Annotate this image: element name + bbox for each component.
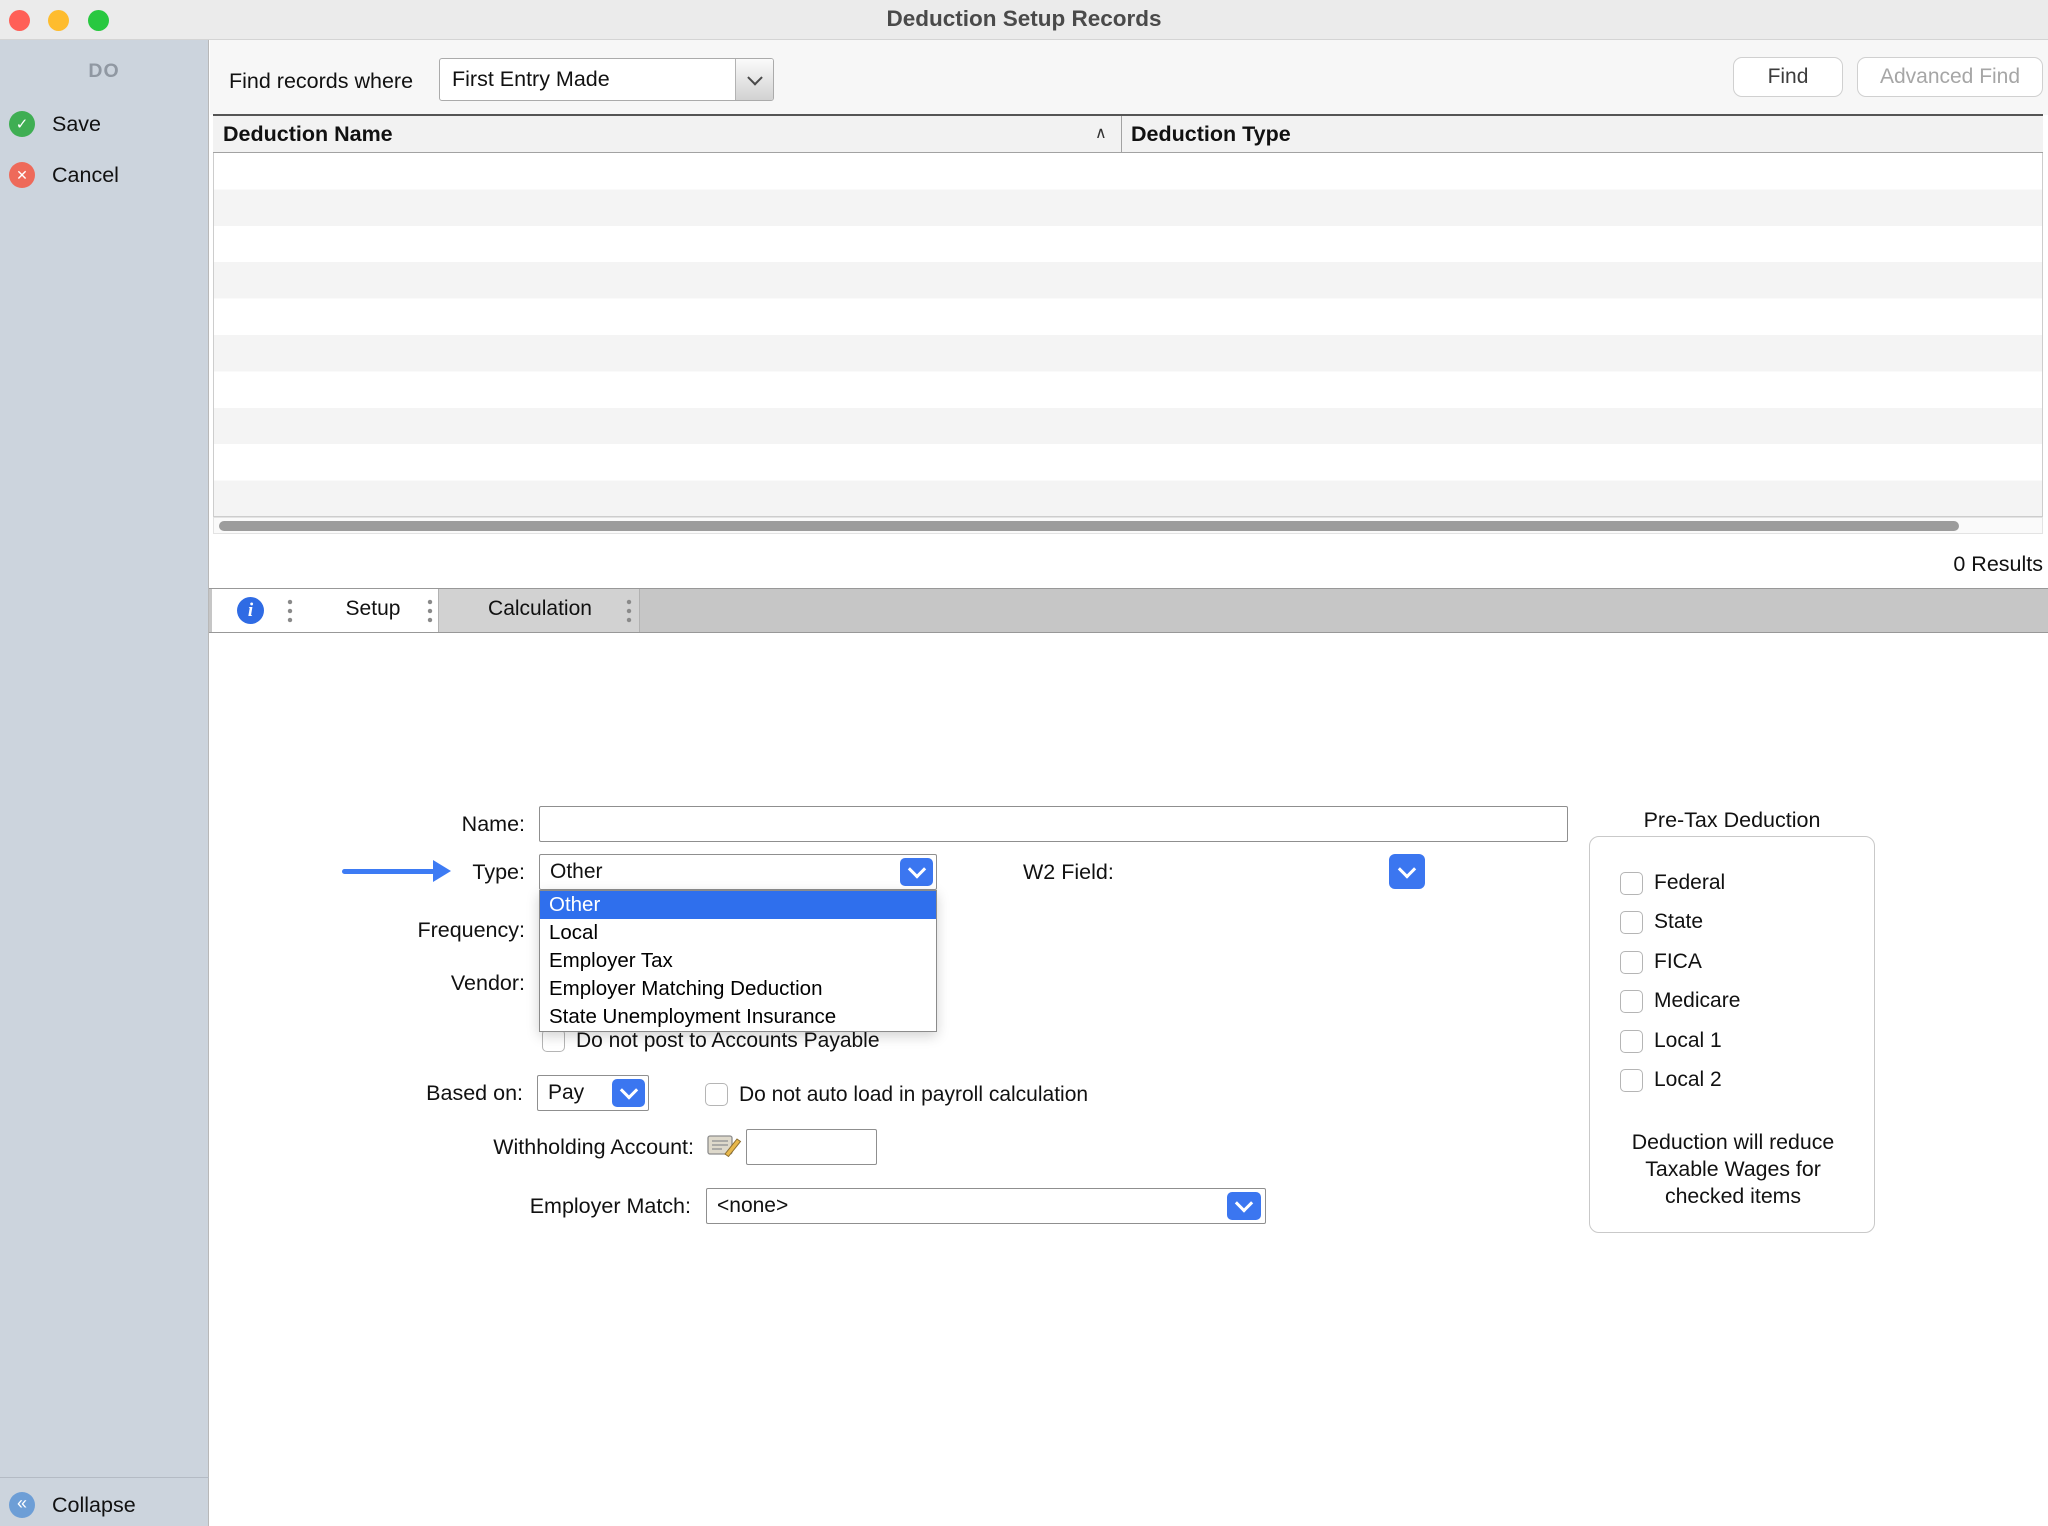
x-circle-icon: ✕ xyxy=(9,162,35,188)
do-not-autoload-checkbox[interactable] xyxy=(705,1083,728,1106)
tab-segment-active: i Setup xyxy=(212,589,438,632)
tab-calculation[interactable]: Calculation xyxy=(477,597,603,621)
based-on-select[interactable]: Pay xyxy=(537,1075,649,1111)
pretax-checkbox-local-1[interactable] xyxy=(1620,1030,1643,1053)
chevron-down-icon[interactable] xyxy=(1227,1192,1261,1220)
panel-tab-bar: i Setup Calculation xyxy=(209,588,2048,633)
type-option-employer-tax[interactable]: Employer Tax xyxy=(540,947,936,975)
pretax-panel: Federal State FICA Medicare Local 1 Loca… xyxy=(1589,836,1875,1233)
window-titlebar: Deduction Setup Records xyxy=(0,0,2048,40)
type-dropdown-menu: Other Local Employer Tax Employer Matchi… xyxy=(539,890,937,1032)
based-on-label: Based on: xyxy=(330,1079,523,1107)
type-option-state-unemployment[interactable]: State Unemployment Insurance xyxy=(540,1003,936,1031)
type-option-employer-matching[interactable]: Employer Matching Deduction xyxy=(540,975,936,1003)
sidebar-header: DO xyxy=(0,60,208,83)
type-select[interactable]: Other xyxy=(539,854,937,890)
find-records-label: Find records where xyxy=(229,67,413,95)
name-input[interactable] xyxy=(539,806,1568,842)
sidebar-divider xyxy=(0,1477,209,1478)
check-circle-icon: ✓ xyxy=(9,111,35,137)
column-divider xyxy=(1121,116,1122,152)
withholding-account-input[interactable] xyxy=(746,1129,877,1165)
do-not-post-ap-checkbox[interactable] xyxy=(542,1029,565,1052)
drag-handle-icon xyxy=(624,597,634,624)
save-label: Save xyxy=(52,110,101,138)
vendor-label: Vendor: xyxy=(330,969,525,997)
sort-ascending-icon: ∧ xyxy=(1095,116,1107,152)
withholding-account-label: Withholding Account: xyxy=(400,1133,694,1161)
window-title: Deduction Setup Records xyxy=(0,0,2048,38)
pretax-checkbox-federal[interactable] xyxy=(1620,872,1643,895)
chevron-down-icon xyxy=(735,59,773,100)
do-not-autoload-label: Do not auto load in payroll calculation xyxy=(739,1082,1088,1107)
record-filter-value: First Entry Made xyxy=(440,59,773,100)
tab-segment-inactive: Calculation xyxy=(438,589,640,632)
name-label: Name: xyxy=(300,810,525,838)
collapse-chevron-icon: « xyxy=(9,1492,35,1518)
horizontal-scrollbar[interactable] xyxy=(213,517,2043,534)
deduction-table-header: Deduction Name ∧ Deduction Type xyxy=(213,114,2043,153)
employer-match-select[interactable]: <none> xyxy=(706,1188,1266,1224)
type-option-local[interactable]: Local xyxy=(540,919,936,947)
chevron-down-icon[interactable] xyxy=(900,858,933,886)
cancel-button[interactable]: ✕ Cancel xyxy=(9,161,119,189)
pretax-checkbox-state[interactable] xyxy=(1620,911,1643,934)
pretax-note: Deduction will reduce Taxable Wages for … xyxy=(1620,1129,1846,1210)
find-button[interactable]: Find xyxy=(1733,57,1843,97)
pretax-checkbox-local-2[interactable] xyxy=(1620,1069,1643,1092)
type-select-value: Other xyxy=(540,855,936,889)
frequency-label: Frequency: xyxy=(330,916,525,944)
w2-field-label: W2 Field: xyxy=(1023,858,1223,886)
pretax-title: Pre-Tax Deduction xyxy=(1589,806,1875,834)
pretax-label-fica: FICA xyxy=(1654,948,1702,976)
cancel-label: Cancel xyxy=(52,161,119,189)
collapse-label: Collapse xyxy=(52,1491,136,1519)
pretax-checkbox-medicare[interactable] xyxy=(1620,990,1643,1013)
info-icon[interactable]: i xyxy=(237,597,264,624)
type-option-other[interactable]: Other xyxy=(540,891,936,919)
column-header-deduction-name[interactable]: Deduction Name xyxy=(223,116,393,152)
scrollbar-thumb[interactable] xyxy=(219,521,1959,531)
advanced-find-button[interactable]: Advanced Find xyxy=(1857,57,2043,97)
employer-match-value: <none> xyxy=(707,1189,1265,1223)
save-button[interactable]: ✓ Save xyxy=(9,110,101,138)
record-filter-select[interactable]: First Entry Made xyxy=(439,58,774,101)
pretax-label-local-2: Local 2 xyxy=(1654,1066,1722,1094)
collapse-button[interactable]: « Collapse xyxy=(9,1491,136,1519)
pretax-label-federal: Federal xyxy=(1654,869,1725,897)
tab-setup[interactable]: Setup xyxy=(313,597,433,621)
column-header-deduction-type[interactable]: Deduction Type xyxy=(1131,116,1291,152)
ledger-icon[interactable] xyxy=(706,1131,742,1159)
results-count: 0 Results xyxy=(1600,550,2043,578)
find-bar: Find records where First Entry Made Find… xyxy=(210,40,2048,115)
deduction-table-body xyxy=(213,153,2043,517)
drag-handle-icon xyxy=(285,597,295,624)
type-label: Type: xyxy=(330,858,525,886)
w2-field-select-button[interactable] xyxy=(1389,854,1425,889)
pretax-checkbox-fica[interactable] xyxy=(1620,951,1643,974)
chevron-down-icon[interactable] xyxy=(612,1079,645,1107)
employer-match-label: Employer Match: xyxy=(400,1192,691,1220)
drag-handle-icon xyxy=(425,597,435,624)
pretax-label-medicare: Medicare xyxy=(1654,987,1740,1015)
sidebar: DO ✓ Save ✕ Cancel « Collapse xyxy=(0,40,209,1526)
pretax-label-local-1: Local 1 xyxy=(1654,1027,1722,1055)
pretax-label-state: State xyxy=(1654,908,1703,936)
